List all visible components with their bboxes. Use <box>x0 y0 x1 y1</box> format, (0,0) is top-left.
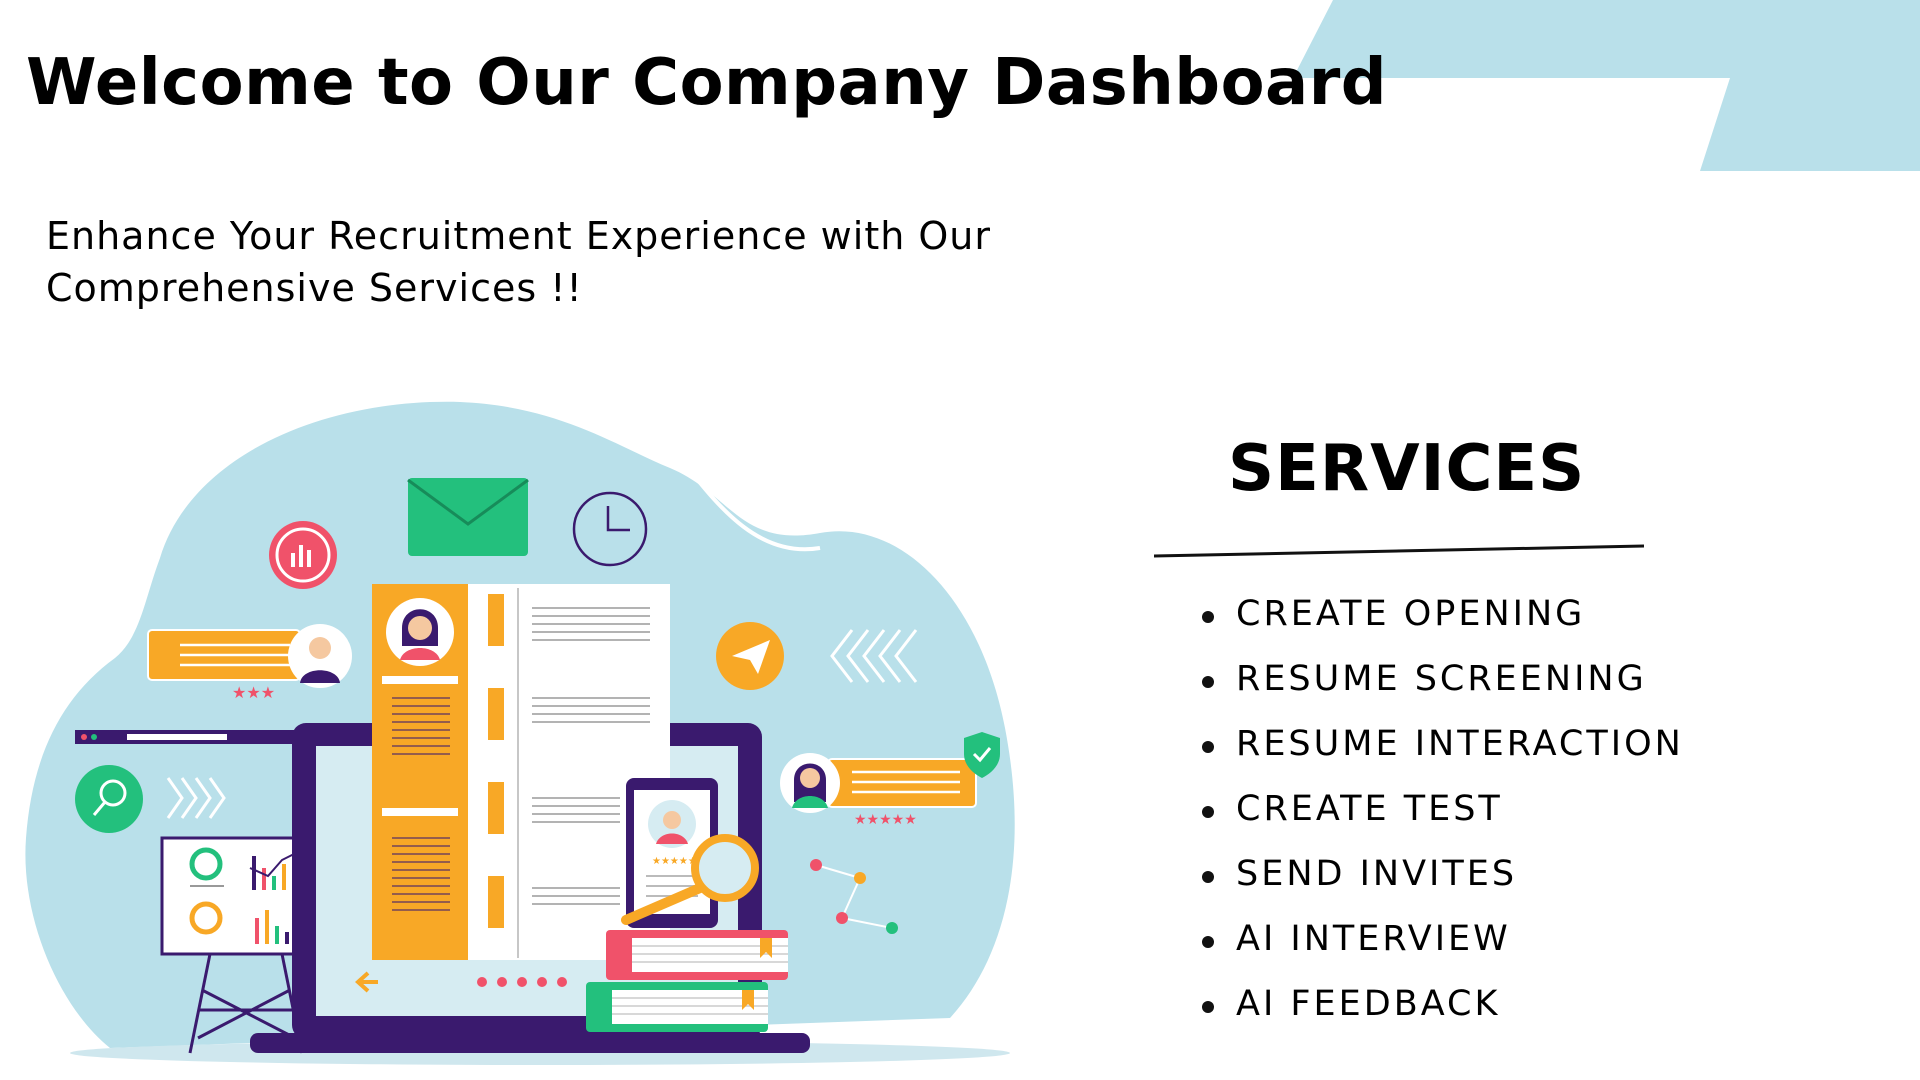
bullet-icon <box>1202 871 1214 883</box>
service-item-resume-interaction: RESUME INTERACTION <box>1202 714 1684 779</box>
service-item-resume-screening: RESUME SCREENING <box>1202 649 1684 714</box>
resume-document <box>372 584 670 960</box>
service-item-label: CREATE OPENING <box>1236 594 1586 634</box>
search-icon <box>75 765 143 833</box>
service-item-label: SEND INVITES <box>1236 854 1518 894</box>
service-item-ai-interview: AI INTERVIEW <box>1202 909 1684 974</box>
page-subtitle: Enhance Your Recruitment Experience with… <box>46 214 991 310</box>
services-list: CREATE OPENING RESUME SCREENING RESUME I… <box>1202 584 1684 1039</box>
bullet-icon <box>1202 741 1214 753</box>
svg-text:★★★★★: ★★★★★ <box>652 856 697 867</box>
service-item-label: AI FEEDBACK <box>1236 984 1501 1024</box>
svg-text:★★★★★: ★★★★★ <box>854 812 917 828</box>
stats-badge-icon <box>269 521 337 589</box>
recruitment-illustration: ★★★ ★★★★★ ★★★★★ <box>25 401 1015 1065</box>
service-item-create-test: CREATE TEST <box>1202 779 1684 844</box>
service-item-send-invites: SEND INVITES <box>1202 844 1684 909</box>
window-bar <box>75 730 297 744</box>
service-item-label: RESUME SCREENING <box>1236 659 1647 699</box>
envelope-icon <box>407 478 529 556</box>
page-title: Welcome to Our Company Dashboard <box>26 46 1388 120</box>
services-heading: SERVICES <box>1228 432 1586 506</box>
service-item-ai-feedback: AI FEEDBACK <box>1202 974 1684 1039</box>
bullet-icon <box>1202 806 1214 818</box>
service-item-label: CREATE TEST <box>1236 789 1503 829</box>
bullet-icon <box>1202 611 1214 623</box>
bullet-icon <box>1202 1001 1214 1013</box>
service-item-label: AI INTERVIEW <box>1236 919 1511 959</box>
services-divider <box>1154 544 1645 558</box>
svg-text:★★★: ★★★ <box>232 683 275 702</box>
bullet-icon <box>1202 936 1214 948</box>
service-item-label: RESUME INTERACTION <box>1236 724 1684 764</box>
paper-plane-icon <box>716 622 784 690</box>
bullet-icon <box>1202 676 1214 688</box>
service-item-create-opening: CREATE OPENING <box>1202 584 1684 649</box>
